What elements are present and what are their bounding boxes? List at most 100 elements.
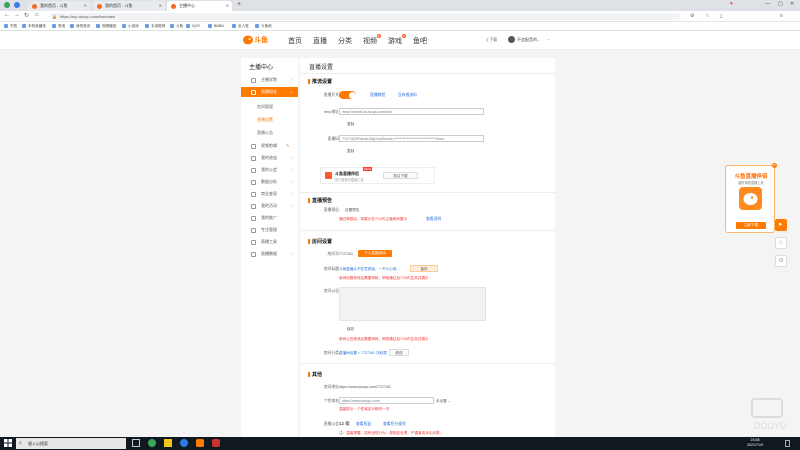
bookmark-item[interactable]: BiliBili bbox=[208, 22, 224, 31]
custom-domain-field[interactable]: https://www.douyu.com/ bbox=[339, 397, 434, 404]
room-notice-save-button[interactable]: 保存 bbox=[347, 327, 354, 332]
forward-icon[interactable]: → bbox=[14, 12, 20, 18]
sidebar-sub-settings[interactable]: 直播设置 bbox=[257, 117, 273, 123]
float-settings-button[interactable]: ⚙ bbox=[775, 255, 787, 267]
new-tab-icon[interactable]: + bbox=[237, 1, 241, 8]
browser-taskbar-icon[interactable] bbox=[180, 439, 188, 447]
level-benefits-link[interactable]: 查看权益 bbox=[356, 422, 371, 427]
bookmark-item[interactable]: 我的首页 bbox=[70, 22, 90, 31]
bookmark-item[interactable]: iQIYI bbox=[186, 22, 200, 31]
stats-icon bbox=[251, 251, 256, 257]
browser-menu-icon[interactable] bbox=[14, 2, 20, 8]
username[interactable]: 不会配音的... bbox=[517, 37, 540, 43]
douyu-logo[interactable]: 斗鱼 bbox=[242, 34, 272, 46]
room-category-value[interactable]: 直播间设置 > 7727181 次权限 bbox=[339, 351, 387, 356]
rtmp-field[interactable]: rtmp://sendfc3a.douyu.com/live bbox=[339, 108, 484, 115]
domain-suffix-select[interactable]: 未设置 ⌄ bbox=[436, 399, 451, 404]
browser-tab[interactable]: 我的首页 - 斗鱼 ✕ bbox=[93, 1, 165, 11]
sidebar-item-business[interactable]: 商业变现 › bbox=[241, 189, 298, 199]
maximize-icon[interactable]: ▢ bbox=[778, 1, 783, 7]
sidebar-item-stats[interactable]: 直播数据 › bbox=[241, 249, 298, 259]
nav-category[interactable]: 分类 bbox=[338, 36, 352, 46]
menu-icon[interactable]: ≡ bbox=[780, 13, 783, 19]
bookmark-item[interactable]: 视频播放 bbox=[96, 22, 116, 31]
sidebar-item-focus[interactable]: 专注管理 bbox=[241, 225, 298, 235]
bookmark-item[interactable]: 名人堂 bbox=[232, 22, 249, 31]
bookmark-item[interactable]: 书签 bbox=[4, 22, 17, 31]
home-icon[interactable]: ⌂ bbox=[35, 12, 39, 18]
room-address-value[interactable]: https://www.douyu.com/7727181 bbox=[339, 385, 391, 389]
copy-code-button[interactable]: 复制 bbox=[347, 149, 354, 154]
divider bbox=[300, 363, 555, 364]
room-notice-textarea[interactable] bbox=[339, 287, 486, 321]
promo-app-icon bbox=[739, 187, 762, 210]
stream-code-field[interactable]: 7727181rPlsb4bJWg?wsSecret=*************… bbox=[339, 135, 484, 142]
taskbar-app-icon[interactable] bbox=[148, 439, 156, 447]
close-window-icon[interactable]: ✕ bbox=[790, 1, 794, 7]
browser-tab-active[interactable]: 主播中心 ✕ bbox=[167, 1, 232, 11]
set-preview-button[interactable]: 设置预告 bbox=[345, 208, 359, 213]
windows-start-icon[interactable] bbox=[4, 439, 12, 447]
task-view-icon[interactable] bbox=[132, 439, 140, 447]
personal-room-button[interactable]: 个人直播房间 bbox=[358, 250, 392, 257]
room-category-edit-button[interactable]: 修改 bbox=[389, 349, 409, 356]
back-icon[interactable]: ← bbox=[4, 12, 10, 18]
promo-card[interactable]: ✕ 斗鱼直播伴侣 超好用的直播工具 立即下载 bbox=[725, 163, 777, 233]
nav-home[interactable]: 首页 bbox=[288, 36, 302, 46]
sidebar-item-promotion[interactable]: 我的推广 bbox=[241, 213, 298, 223]
download-app[interactable]: ▯ 下载 bbox=[486, 37, 497, 43]
sidebar-item-income[interactable]: 我的收益 › bbox=[241, 153, 298, 163]
copy-rtmp-button[interactable]: 复制 bbox=[347, 122, 354, 127]
extensions-icon[interactable]: ⚙ bbox=[690, 13, 694, 19]
taskbar-clock[interactable]: 23:58 2021/7/19 bbox=[740, 438, 770, 448]
sidebar-item-academy[interactable]: 主播学院 › bbox=[241, 75, 298, 85]
live-switch-toggle[interactable] bbox=[339, 91, 356, 99]
avatar[interactable] bbox=[508, 36, 515, 43]
close-tab-icon[interactable]: ✕ bbox=[159, 1, 162, 11]
room-title-value[interactable]: 斗鱼直播从不在意排版，一不小心就... bbox=[339, 267, 400, 272]
download-icon[interactable]: ⤓ bbox=[720, 13, 722, 19]
live-tutorial-link[interactable]: 直播教程 bbox=[370, 93, 385, 98]
taskbar-search[interactable]: ⌕ 键入以搜索 bbox=[16, 438, 126, 449]
bookmark-item[interactable]: 斗鱼前 bbox=[255, 22, 272, 31]
float-home-button[interactable]: ⌂ bbox=[775, 237, 787, 249]
sidebar-item-guild[interactable]: 我的公会 › bbox=[241, 165, 298, 175]
star-icon[interactable]: ☆ bbox=[705, 13, 709, 19]
sidebar-item-data[interactable]: 数据分析 › bbox=[241, 177, 298, 187]
url-input[interactable]: 🔒 https://mp.douyu.com/live/main bbox=[50, 13, 680, 20]
file-explorer-icon[interactable] bbox=[164, 439, 172, 447]
nav-fishbar[interactable]: 鱼吧 bbox=[413, 36, 427, 46]
sidebar-item-activity[interactable]: 我的活动 › bbox=[241, 201, 298, 211]
nav-video[interactable]: 视频 N bbox=[363, 34, 381, 46]
sidebar-item-video[interactable]: 视频剪辑 ✎ bbox=[241, 141, 298, 151]
bookmark-item[interactable]: 常用 bbox=[52, 22, 65, 31]
taskbar-app-icon[interactable] bbox=[212, 439, 220, 447]
sidebar-sub-notice[interactable]: 直播公告 bbox=[257, 130, 273, 136]
promo-download-button[interactable]: 立即下载 bbox=[736, 222, 766, 229]
close-promo-icon[interactable]: ✕ bbox=[772, 163, 777, 168]
bookmark-item[interactable]: 本机收藏夹 bbox=[22, 22, 46, 31]
sidebar-item-live[interactable]: 直播相关 ⌄ bbox=[241, 87, 298, 97]
tool-download-button[interactable]: 前往下载 bbox=[383, 172, 418, 179]
room-title-save-button[interactable]: 保存 bbox=[410, 265, 438, 272]
no-push-code-link[interactable]: 没有推流码 bbox=[398, 93, 417, 98]
close-tab-icon[interactable]: ✕ bbox=[226, 1, 229, 11]
level-rules-link[interactable]: 查看积分规则 bbox=[383, 422, 406, 427]
bookmark-item[interactable]: 小游戏 bbox=[122, 22, 139, 31]
nav-live[interactable]: 直播 bbox=[313, 36, 327, 46]
nav-game[interactable]: 游戏 N bbox=[388, 34, 406, 46]
notification-center-icon[interactable] bbox=[785, 440, 790, 447]
reload-icon[interactable]: ↻ bbox=[24, 12, 29, 19]
float-play-button[interactable]: ▸ bbox=[775, 219, 787, 231]
sidebar-item-tools[interactable]: 直播工具 bbox=[241, 237, 298, 247]
browser-tab[interactable]: 我的首页 - 斗鱼 ✕ bbox=[28, 1, 90, 11]
sidebar-sub-room[interactable]: 房间管理 bbox=[257, 104, 273, 110]
notification-icon[interactable]: ♥ bbox=[730, 1, 733, 7]
minimize-icon[interactable]: — bbox=[765, 1, 770, 7]
douyu-taskbar-icon[interactable] bbox=[196, 439, 204, 447]
bookmark-item[interactable]: 手游推荐 bbox=[145, 22, 165, 31]
bookmark-item[interactable]: 斗鱼 bbox=[170, 22, 183, 31]
preview-help-link[interactable]: 查看说明 bbox=[426, 217, 441, 222]
close-tab-icon[interactable]: ✕ bbox=[84, 1, 87, 11]
chevron-down-icon[interactable]: ⌄ bbox=[547, 36, 550, 41]
